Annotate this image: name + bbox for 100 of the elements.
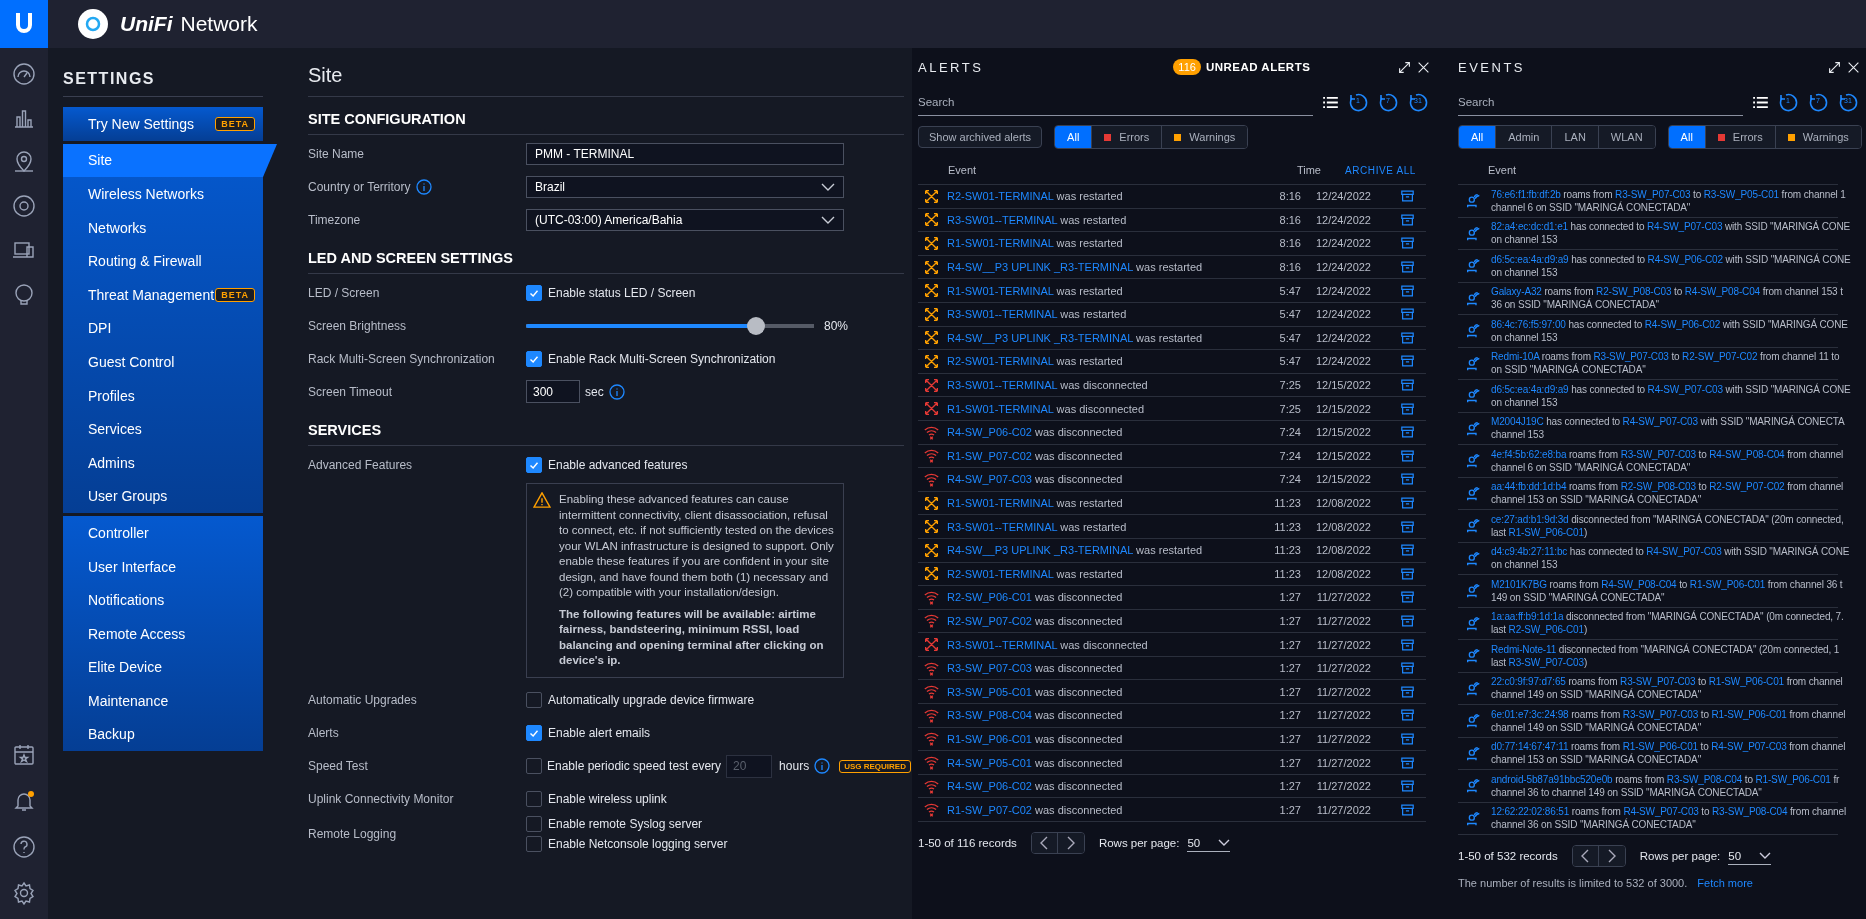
- filter-tab[interactable]: Warnings: [1775, 126, 1861, 148]
- archive-icon[interactable]: [1401, 261, 1414, 274]
- device-link[interactable]: R4-SW_P06-C02: [947, 426, 1032, 439]
- event-link[interactable]: 76:e6:f1:fb:df:2b: [1491, 188, 1561, 200]
- show-archived-button[interactable]: Show archived alerts: [918, 126, 1043, 148]
- archive-icon[interactable]: [1401, 213, 1414, 226]
- event-link[interactable]: R1-SW_P06-C01: [1711, 708, 1787, 720]
- settings-menu-item[interactable]: Wireless Networks: [63, 177, 263, 211]
- info-icon[interactable]: [608, 383, 625, 400]
- archive-icon[interactable]: [1401, 638, 1414, 651]
- event-link[interactable]: 1a:aa:ff:b9:1d:1a: [1491, 611, 1564, 623]
- archive-icon[interactable]: [1401, 379, 1414, 392]
- event-link[interactable]: R4-SW_P07-C03: [1646, 546, 1722, 558]
- close-icon[interactable]: [1417, 60, 1430, 74]
- previous-page-button[interactable]: [1572, 846, 1599, 866]
- event-link[interactable]: R3-SW_P05-C01: [1703, 188, 1779, 200]
- event-link[interactable]: 22:c0:9f:97:d7:65: [1491, 676, 1566, 688]
- settings-menu-item[interactable]: Remote Access: [63, 616, 263, 651]
- device-link[interactable]: R3-SW01--TERMINAL: [947, 379, 1058, 392]
- expand-icon[interactable]: [1398, 60, 1411, 74]
- checkbox[interactable]: [526, 815, 542, 832]
- device-link[interactable]: R1-SW_P07-C02: [947, 803, 1032, 816]
- device-link[interactable]: R3-SW01--TERMINAL: [947, 213, 1058, 226]
- checkbox[interactable]: [526, 456, 542, 473]
- event-link[interactable]: R1-SW_P06-C01: [1689, 578, 1766, 590]
- settings-menu-item[interactable]: DPI: [63, 311, 263, 346]
- event-link[interactable]: R1-SW_P06-C01: [1622, 741, 1698, 753]
- map-pin-icon[interactable]: [12, 150, 36, 174]
- archive-icon[interactable]: [1401, 355, 1414, 368]
- settings-icon[interactable]: [12, 881, 36, 905]
- settings-menu-item[interactable]: Backup: [63, 717, 263, 752]
- event-link[interactable]: R4-SW_P06-C02: [1644, 318, 1721, 330]
- event-link[interactable]: R3-SW_P08-C04: [1712, 806, 1788, 818]
- archive-icon[interactable]: [1401, 615, 1414, 627]
- device-link[interactable]: R1-SW01-TERMINAL: [947, 237, 1054, 250]
- event-link[interactable]: R2-SW_P07-C02: [1682, 351, 1758, 363]
- archive-icon[interactable]: [1401, 237, 1414, 250]
- archive-icon[interactable]: [1401, 732, 1414, 745]
- event-link[interactable]: R4-SW_P07-C03: [1647, 383, 1723, 395]
- event-link[interactable]: R2-SW_P07-C02: [1709, 481, 1785, 493]
- event-link[interactable]: R1-SW_P06-C01: [1508, 526, 1584, 538]
- lightbulb-icon[interactable]: [12, 282, 36, 306]
- category-tab[interactable]: All: [1459, 126, 1497, 148]
- checkbox[interactable]: [526, 350, 542, 367]
- event-link[interactable]: Redmi-10A: [1491, 351, 1540, 363]
- dropdown[interactable]: (UTC-03:00) America/Bahia: [526, 208, 844, 231]
- list-icon[interactable]: [1753, 96, 1768, 108]
- event-link[interactable]: Redmi-Note-11: [1491, 643, 1557, 655]
- event-link[interactable]: 82:a4:ec:dc:d1:e1: [1491, 221, 1568, 233]
- event-link[interactable]: android-5b87a91bbc520e0b: [1491, 773, 1613, 785]
- archive-icon[interactable]: [1401, 803, 1414, 816]
- event-link[interactable]: aa:44:fb:dd:1d:b4: [1491, 481, 1567, 493]
- unifi-logo[interactable]: [0, 0, 48, 48]
- settings-menu-item[interactable]: Services: [63, 412, 263, 446]
- event-link[interactable]: R3-SW_P07-C03: [1620, 676, 1696, 688]
- settings-menu-item[interactable]: Notifications: [63, 583, 263, 617]
- device-link[interactable]: R1-SW_P07-C02: [947, 449, 1032, 462]
- settings-menu-item[interactable]: Networks: [63, 210, 263, 245]
- event-link[interactable]: R1-SW_P06-C01: [1755, 773, 1831, 785]
- event-link[interactable]: ce:27:ad:b1:9d:3d: [1491, 513, 1569, 525]
- settings-menu-item[interactable]: User Groups: [63, 479, 263, 514]
- category-tab[interactable]: LAN: [1552, 126, 1599, 148]
- archive-icon[interactable]: [1401, 426, 1414, 439]
- device-link[interactable]: R4-SW__P3 UPLINK _R3-TERMINAL: [947, 261, 1134, 274]
- checkbox[interactable]: [526, 835, 542, 852]
- search-field[interactable]: Search: [918, 88, 1313, 116]
- category-tab[interactable]: Admin: [1496, 126, 1553, 148]
- archive-icon[interactable]: [1401, 402, 1414, 415]
- archive-icon[interactable]: [1401, 756, 1414, 769]
- settings-menu-item[interactable]: Routing & Firewall: [63, 244, 263, 278]
- ring-icon[interactable]: [12, 194, 36, 218]
- event-link[interactable]: R4-SW_P07-C03: [1623, 806, 1699, 818]
- archive-all-link[interactable]: ARCHIVE ALL: [1344, 164, 1416, 176]
- event-link[interactable]: R4-SW_P08-C04: [1709, 448, 1785, 460]
- settings-menu-item[interactable]: Guest Control: [63, 345, 263, 379]
- event-link[interactable]: R4-SW_P08-C04: [1601, 578, 1677, 590]
- device-link[interactable]: R4-SW_P05-C01: [947, 756, 1032, 769]
- checkbox[interactable]: [526, 284, 542, 301]
- help-icon[interactable]: [12, 835, 36, 859]
- event-link[interactable]: R3-SW_P07-C03: [1508, 656, 1584, 668]
- filter-tab[interactable]: Errors: [1705, 126, 1776, 148]
- close-icon[interactable]: [1847, 60, 1860, 74]
- dashboard-icon[interactable]: [12, 62, 36, 86]
- search-field[interactable]: Search: [1458, 88, 1743, 116]
- device-link[interactable]: R1-SW01-TERMINAL: [947, 497, 1054, 509]
- device-link[interactable]: R3-SW01--TERMINAL: [947, 308, 1058, 321]
- dropdown[interactable]: Brazil: [526, 175, 844, 198]
- filter-tab[interactable]: Warnings: [1162, 126, 1248, 148]
- filter-tab[interactable]: Errors: [1092, 126, 1163, 148]
- archive-icon[interactable]: [1401, 284, 1414, 297]
- next-page-button[interactable]: [1057, 833, 1084, 854]
- device-link[interactable]: R3-SW_P07-C03: [947, 662, 1032, 675]
- filter-tab[interactable]: All: [1055, 126, 1093, 148]
- event-link[interactable]: R2-SW_P08-C03: [1620, 481, 1696, 493]
- rows-per-page-select[interactable]: 50: [1187, 834, 1231, 852]
- event-link[interactable]: Galaxy-A32: [1491, 286, 1542, 298]
- settings-menu-item[interactable]: Controller: [63, 516, 263, 550]
- bell-icon[interactable]: [12, 789, 36, 813]
- event-link[interactable]: 12:62:22:02:86:51: [1491, 806, 1570, 818]
- settings-menu-item[interactable]: Profiles: [63, 378, 263, 413]
